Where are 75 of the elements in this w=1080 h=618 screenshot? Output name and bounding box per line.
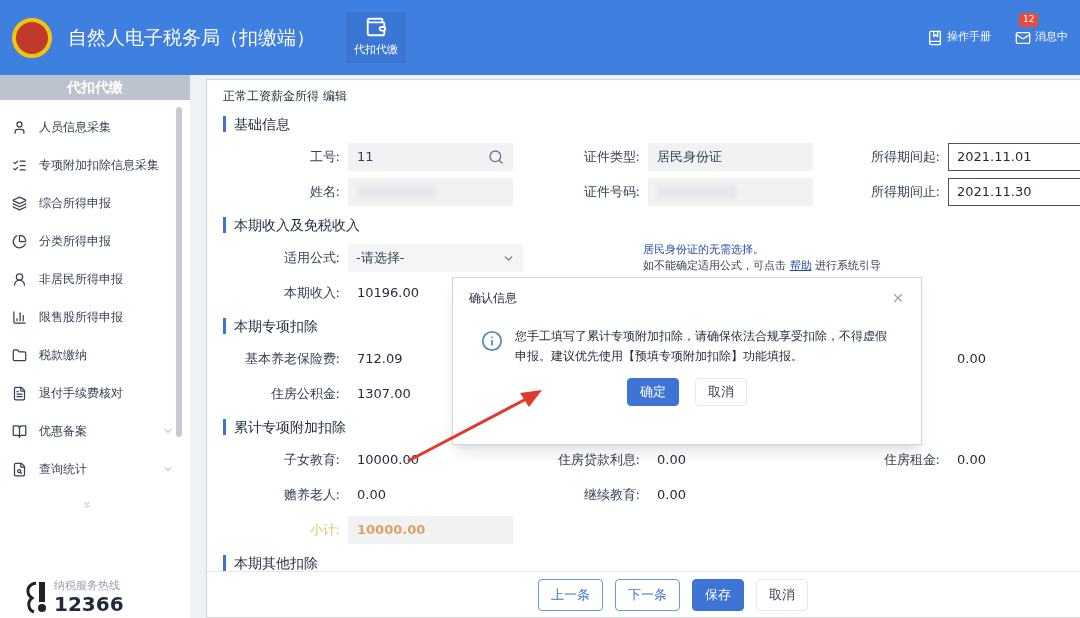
formula-select[interactable]: -请选择- — [348, 244, 523, 272]
sidebar-item[interactable]: 非居民所得申报 — [0, 260, 174, 298]
menu-icon — [12, 119, 27, 135]
menu-icon — [12, 233, 27, 249]
field-label: 子女教育: — [283, 451, 340, 470]
help-link[interactable]: 帮助 — [789, 259, 812, 272]
formula-hint: 如不能确定适用公式，可点击 帮助 进行系统引导 — [643, 258, 882, 274]
sidebar-item[interactable]: 退付手续费核对 — [0, 374, 174, 412]
search-icon — [488, 149, 504, 165]
header-link[interactable]: 操作手册 — [927, 29, 991, 46]
manual-icon — [927, 29, 943, 46]
collapse-icon — [82, 500, 92, 510]
sidebar-item[interactable]: 查询统计 — [0, 450, 174, 488]
dialog-button[interactable]: 确定 — [627, 378, 679, 406]
menu-icon — [12, 157, 27, 173]
section-title: 本期其他扣除 — [234, 553, 318, 571]
menu-icon — [12, 347, 27, 363]
blurred-field[interactable] — [648, 178, 813, 206]
sidebar-item[interactable]: 税款缴纳 — [0, 336, 174, 374]
section-title: 本期收入及免税收入 — [234, 215, 360, 235]
sidebar-item[interactable]: 优惠备案 — [0, 412, 174, 450]
input-field[interactable]: 2021.11.01 — [948, 143, 1080, 171]
field-label: 证件号码: — [583, 183, 640, 202]
dialog-button[interactable]: 上一条 — [538, 578, 603, 611]
dialog-button[interactable]: 下一条 — [615, 578, 680, 611]
mail-icon — [1015, 29, 1031, 46]
sidebar-item[interactable]: 分类所得申报 — [0, 222, 174, 260]
field-label: 住房租金: — [883, 451, 940, 470]
field-label: 姓名: — [309, 183, 340, 202]
field-label: 证件类型: — [583, 148, 640, 167]
wallet-icon — [365, 16, 387, 39]
emblem-icon — [12, 17, 52, 58]
dialog-message: 您手工填写了累计专项附加扣除，请确保依法合规享受扣除，不得虚假申报。建议优先使用【预填专项附加扣除】功能填报。 — [515, 328, 888, 365]
input-field[interactable]: 2021.11.30 — [948, 178, 1080, 206]
close-icon[interactable] — [891, 291, 905, 305]
dialog-button[interactable]: 保存 — [692, 578, 744, 611]
blurred-field[interactable] — [348, 178, 513, 206]
hotline-label: 纳税服务热线 — [54, 577, 121, 594]
dialog-button[interactable]: 取消 — [756, 578, 808, 611]
field-label: 所得期间起: — [870, 148, 940, 167]
field-label: 本期收入: — [283, 284, 340, 303]
section-title: 本期专项扣除 — [234, 316, 318, 336]
field-label: 工号: — [309, 148, 340, 167]
dialog-button[interactable]: 取消 — [695, 378, 747, 406]
field-label: 基本养老保险费: — [244, 350, 340, 369]
field-label: 赡养老人: — [283, 486, 340, 505]
menu-icon — [12, 385, 27, 401]
menu-icon — [12, 309, 27, 325]
header-link[interactable]: 消息中 — [1015, 29, 1068, 46]
sidebar-header: 代扣代缴 — [0, 75, 190, 100]
hotline-number: 12366 — [54, 594, 124, 614]
notification-badge: 12 — [1019, 13, 1039, 27]
menu-icon — [12, 271, 27, 287]
menu-icon — [12, 461, 27, 477]
field-label: 所得期间止: — [870, 183, 940, 202]
menu-icon — [12, 195, 27, 211]
nav-tab[interactable]: 代扣代缴 — [346, 12, 406, 63]
section-title: 基础信息 — [234, 114, 290, 134]
field-label: 继续教育: — [583, 486, 640, 505]
field-label: 小计: — [309, 521, 340, 540]
field-label: 住房公积金: — [270, 385, 340, 404]
section-title: 累计专项附加扣除 — [234, 417, 346, 437]
sidebar-item[interactable]: 人员信息采集 — [0, 108, 174, 146]
sidebar-item[interactable]: 限售股所得申报 — [0, 298, 174, 336]
field-label: 住房贷款利息: — [557, 451, 640, 470]
formula-note: 居民身份证的无需选择。 — [643, 242, 765, 258]
menu-icon — [12, 423, 27, 439]
panel-title: 正常工资薪金所得 编辑 — [223, 88, 348, 105]
app-title: 自然人电子税务局（扣缴端） — [68, 25, 316, 51]
sidebar-item[interactable]: 专项附加扣除信息采集 — [0, 146, 174, 184]
sidebar-item[interactable]: 综合所得申报 — [0, 184, 174, 222]
field-label: 适用公式: — [283, 249, 340, 268]
input-field[interactable]: 居民身份证 — [648, 143, 813, 171]
info-icon — [481, 330, 503, 352]
input-field[interactable]: 11 — [348, 143, 513, 171]
